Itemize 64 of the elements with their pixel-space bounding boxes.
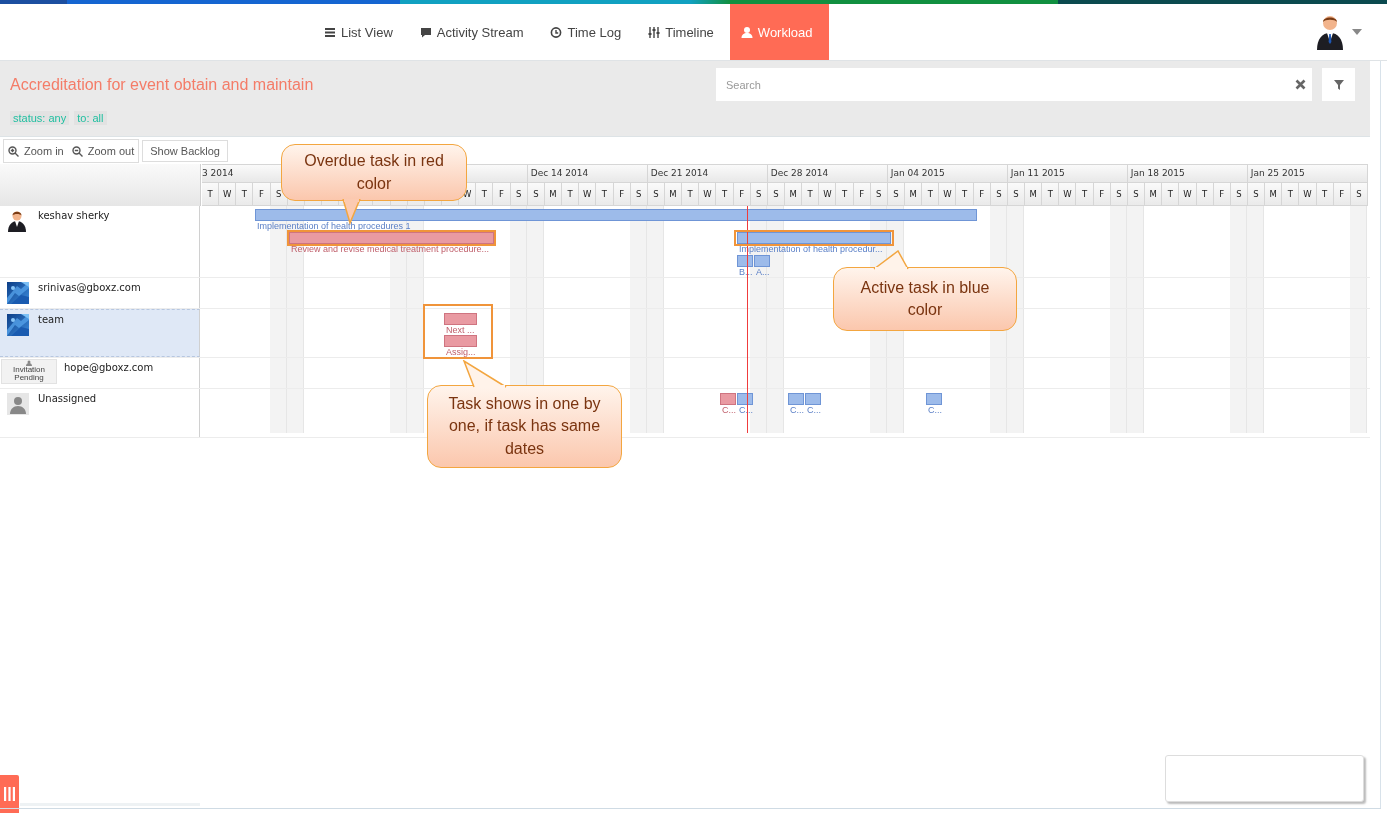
day-label: W [579,183,597,206]
day-label: T [922,183,940,206]
resource-name: Unassigned [38,393,97,404]
avatar-caption: Invitation Pending [12,366,46,382]
task-label: Assig... [445,347,476,357]
task-label: Implementation of health procedures 1 [257,221,411,231]
task-label: Review and revise medical treatment procedure... [290,244,490,254]
nav-tab[interactable]: List View [313,4,409,60]
day-label: T [1282,183,1300,206]
nav-tab[interactable]: Timeline [637,4,730,60]
day-label: T [836,183,854,206]
day-label: T [802,183,820,206]
day-label: W [1299,183,1317,206]
day-label: M [1265,183,1283,206]
task-label: Next ... [445,325,475,335]
resource-cell[interactable]: team [0,309,200,357]
day-label: M [1025,183,1043,206]
day-label: T [562,183,580,206]
task-label: C... [789,405,804,415]
day-label: T [1042,183,1060,206]
day-label: T [236,183,254,206]
day-label: W [1059,183,1077,206]
day-label: T [682,183,700,206]
day-label: T [716,183,734,206]
day-label: T [476,183,494,206]
toolbar-button[interactable]: Show Backlog [142,140,228,162]
day-label: T [1076,183,1094,206]
toolbar-button[interactable]: Zoom out [67,140,139,162]
search-field[interactable]: Search [716,68,1312,101]
resource-name: keshav sherky [38,210,110,221]
resource-name: hope@gboxz.com [64,362,154,373]
resource-cell[interactable]: Invitation Pending hope@gboxz.com [0,358,200,388]
week-label: Jan 11 2015 [1007,164,1128,183]
project-title: Accreditation for event obtain and maintain [10,76,314,94]
toolbar-button[interactable]: Zoom in [4,140,68,162]
day-label: T [202,183,220,206]
week-label: Dec 28 2014 [767,164,888,183]
resource-name: team [38,314,64,325]
day-label: F [493,183,511,206]
week-label: Dec 21 2014 [647,164,768,183]
day-label: W [819,183,837,206]
day-label: M [1145,183,1163,206]
day-label: W [219,183,237,206]
week-label: Jan 25 2015 [1247,164,1368,183]
task-label: A... [756,267,770,277]
day-label: T [596,183,614,206]
day-label: F [253,183,271,206]
week-label: Dec 14 2014 [527,164,648,183]
task-label: C... [927,405,942,415]
nav-tab[interactable]: Time Log [539,4,638,60]
resource-name: srinivas@gboxz.com [38,282,141,293]
day-label: W [699,183,717,206]
week-label: Jan 04 2015 [887,164,1008,183]
callout-note: Task shows in one by one, if task has same dates [427,385,622,468]
day-label: T [1162,183,1180,206]
task-label: C... [722,405,737,415]
day-label: W [939,183,957,206]
callout-note: Active task in blue color [833,267,1017,331]
nav-tab[interactable]: Activity Stream [408,4,540,60]
day-label: M [905,183,923,206]
day-label: W [1179,183,1197,206]
week-label: Jan 18 2015 [1127,164,1248,183]
day-label: T [956,183,974,206]
task-label: C... [806,405,821,415]
